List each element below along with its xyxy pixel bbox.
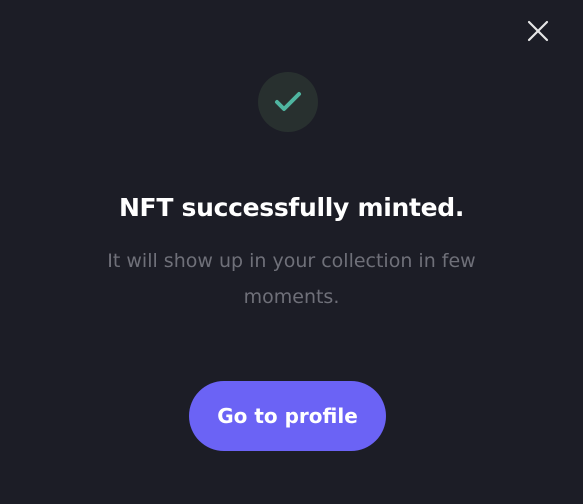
mint-success-modal: NFT successfully minted. It will show up… [0,0,583,504]
close-icon [527,20,549,42]
close-button[interactable] [526,19,550,43]
modal-title: NFT successfully minted. [118,193,465,222]
go-to-profile-button[interactable]: Go to profile [189,381,386,451]
modal-description: It will show up in your collection in fe… [107,250,476,308]
success-status-badge [258,72,318,132]
checkmark-icon [275,92,301,111]
